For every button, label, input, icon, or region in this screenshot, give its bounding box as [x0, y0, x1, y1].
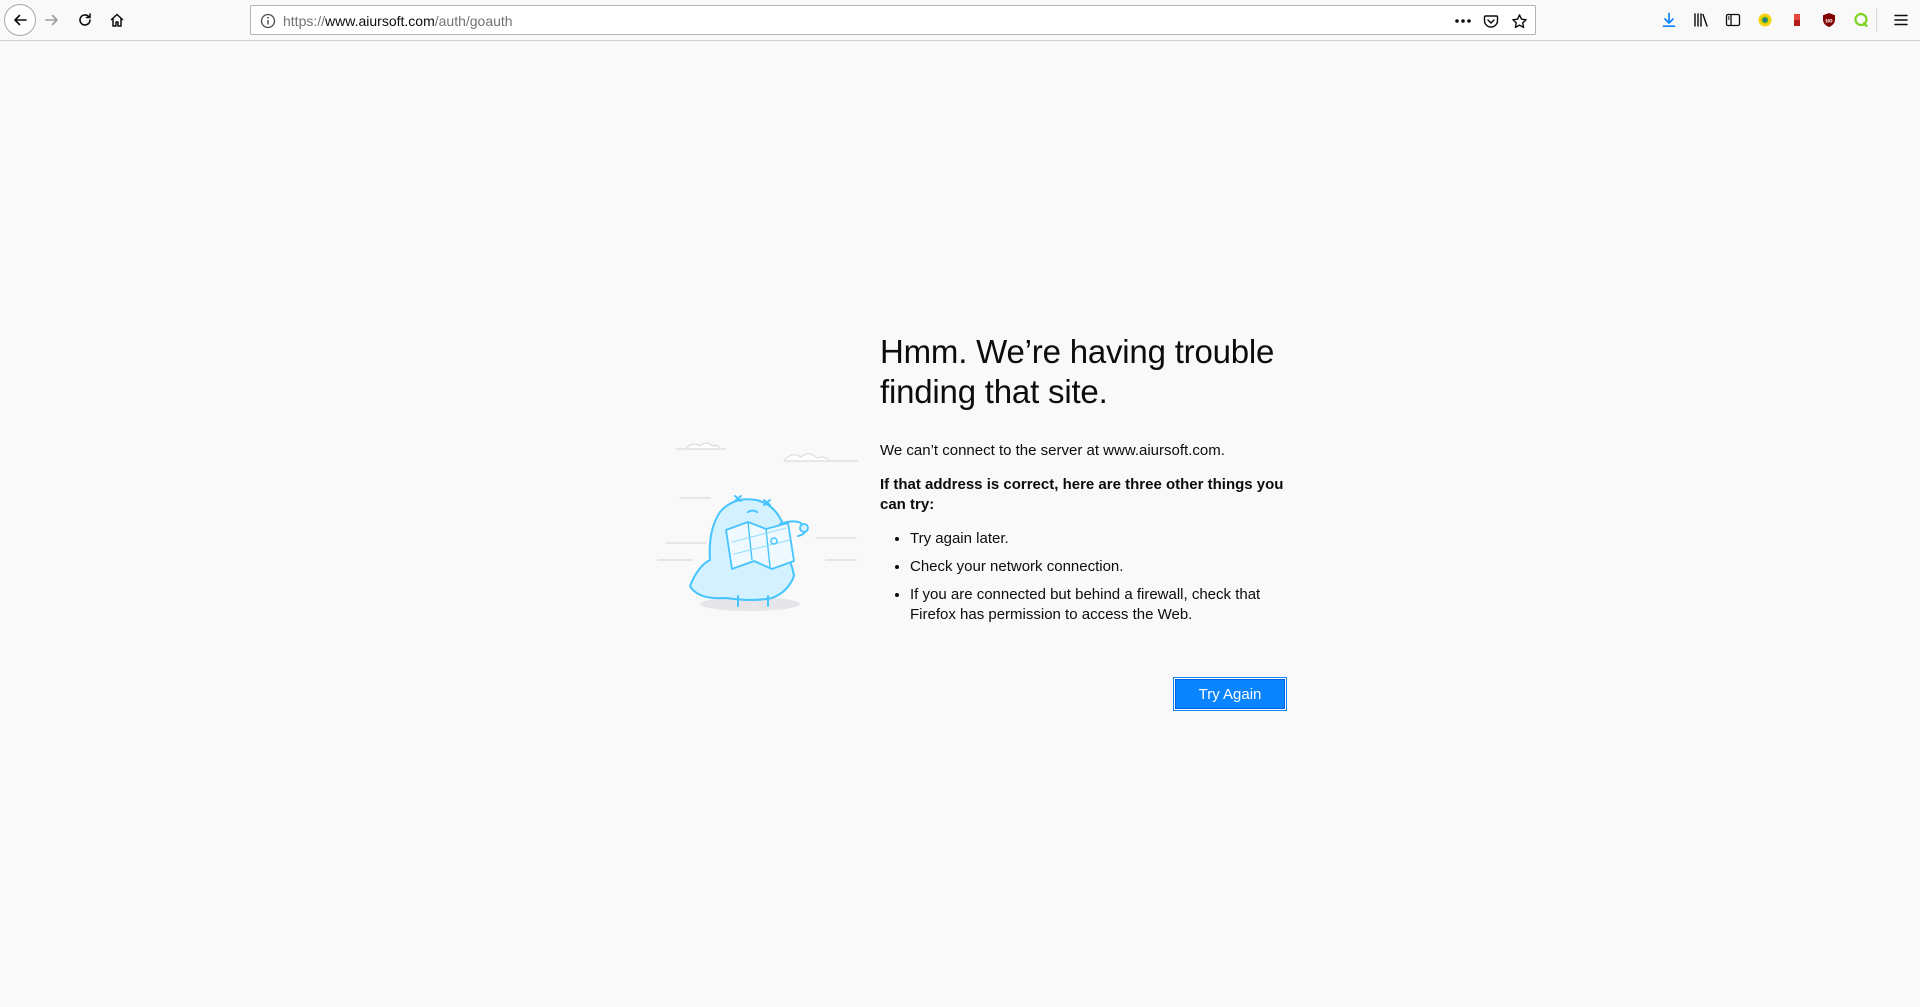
bookmark-star-icon — [1511, 13, 1527, 28]
button-row: Try Again — [1173, 677, 1287, 711]
sidebar-button[interactable] — [1722, 9, 1744, 31]
browser-toolbar: https://www.aiursoft.com/auth/goauth uo — [0, 0, 1920, 41]
advice-item: Check your network connection. — [910, 557, 1300, 577]
library-icon — [1694, 13, 1708, 27]
extension-button-3[interactable] — [1850, 9, 1872, 31]
reload-button[interactable] — [70, 5, 100, 35]
error-content: Hmm. We’re having trouble finding that s… — [880, 332, 1300, 633]
advice-item: If you are connected but behind a firewa… — [910, 585, 1300, 625]
more-icon — [1455, 19, 1471, 23]
url-text[interactable]: https://www.aiursoft.com/auth/goauth — [283, 13, 513, 29]
svg-text:uo: uo — [1825, 19, 1833, 25]
back-button[interactable] — [4, 4, 36, 36]
try-again-button[interactable]: Try Again — [1173, 677, 1287, 711]
menu-icon — [1894, 14, 1908, 26]
advice-list: Try again later. Check your network conn… — [880, 529, 1300, 625]
forward-icon — [45, 14, 58, 26]
library-button[interactable] — [1690, 9, 1712, 31]
page-actions-button[interactable] — [1453, 11, 1473, 31]
url-host: www.aiursoft.com — [325, 13, 435, 29]
downloads-button[interactable] — [1658, 9, 1680, 31]
url-bar[interactable]: https://www.aiursoft.com/auth/goauth — [250, 5, 1536, 35]
site-info-icon[interactable] — [259, 12, 277, 30]
advice-item: Try again later. — [910, 529, 1300, 549]
sidebar-icon — [1725, 13, 1741, 27]
back-icon — [14, 14, 27, 26]
extension-icon — [1758, 13, 1772, 27]
forward-button[interactable] — [37, 5, 67, 35]
error-description: We can’t connect to the server at www.ai… — [880, 442, 1225, 459]
pocket-button[interactable] — [1481, 11, 1501, 31]
home-button[interactable] — [102, 5, 132, 35]
error-title: Hmm. We’re having trouble finding that s… — [880, 333, 1275, 410]
download-icon — [1662, 12, 1676, 28]
error-illustration — [657, 442, 858, 611]
ublock-button[interactable]: uo — [1818, 9, 1840, 31]
extension-icon — [1794, 14, 1800, 26]
reload-icon — [79, 13, 91, 26]
extension-button-1[interactable] — [1754, 9, 1776, 31]
extension-button-2[interactable] — [1786, 9, 1808, 31]
url-scheme: https:// — [283, 13, 326, 29]
bookmark-button[interactable] — [1509, 11, 1529, 31]
url-path: /auth/goauth — [434, 13, 513, 29]
home-icon — [110, 13, 124, 27]
pocket-icon — [1483, 15, 1499, 28]
advice-heading: If that address is correct, here are thr… — [880, 476, 1284, 513]
toolbar-separator — [1876, 8, 1877, 32]
menu-button[interactable] — [1890, 9, 1912, 31]
extension-icon — [1854, 12, 1868, 28]
ublock-icon: uo — [1823, 13, 1835, 27]
